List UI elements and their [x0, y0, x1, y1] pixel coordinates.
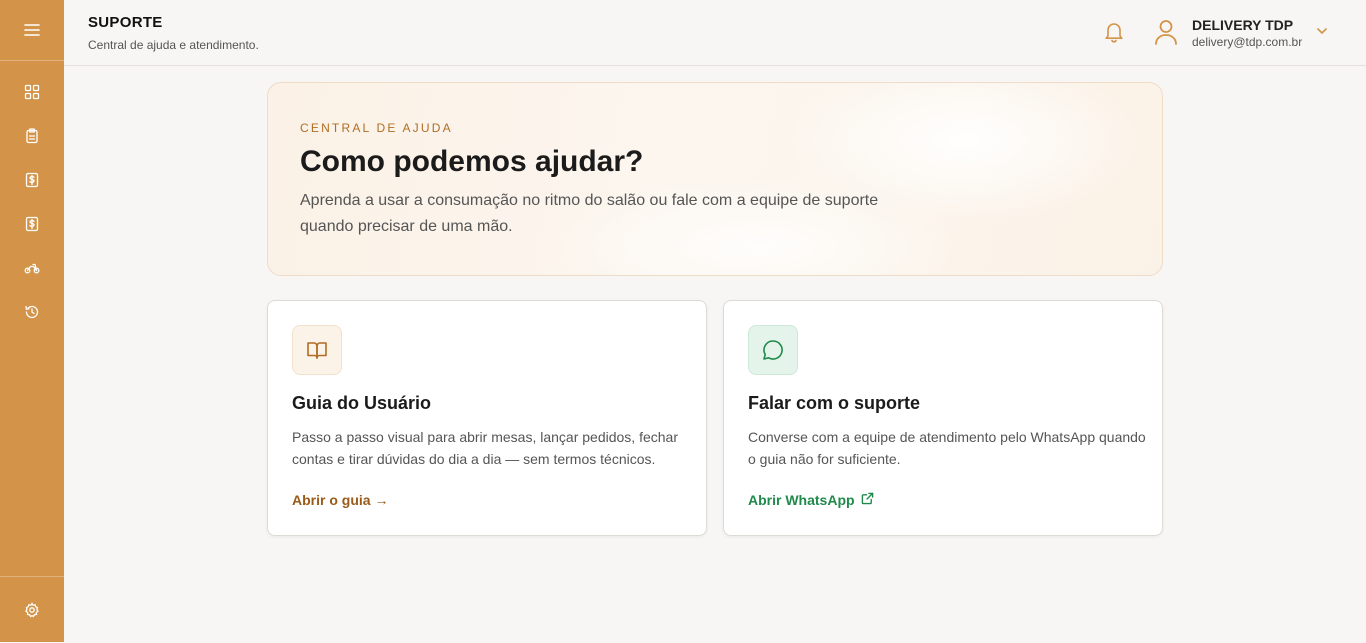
sidebar-item-dashboard[interactable]: [0, 70, 64, 114]
card-title: Falar com o suporte: [748, 393, 921, 413]
notifications-bell-icon[interactable]: [1101, 19, 1127, 45]
user-avatar-icon[interactable]: [1153, 18, 1179, 46]
gear-icon: [24, 601, 40, 618]
help-hero-banner: CENTRAL DE AJUDA Como podemos ajudar? Ap…: [267, 82, 1163, 276]
hamburger-menu-icon[interactable]: [23, 22, 41, 38]
user-email: delivery@tdp.com.br: [1192, 35, 1303, 49]
history-icon: [24, 304, 40, 320]
chevron-down-icon[interactable]: [1314, 23, 1330, 39]
sidebar-item-cashier[interactable]: [0, 158, 64, 202]
top-header: SUPORTE Central de ajuda e atendimento. …: [64, 0, 1366, 66]
dashboard-grid-icon: [24, 84, 40, 100]
hero-description: Aprenda a usar a consumação no ritmo do …: [300, 192, 879, 235]
chat-bubble-icon: [748, 325, 798, 375]
sidebar-item-settings[interactable]: [0, 577, 64, 643]
motorcycle-icon: [24, 260, 40, 276]
open-whatsapp-link[interactable]: Abrir WhatsApp: [748, 492, 874, 508]
card-description: Passo a passo visual para abrir mesas, l…: [292, 429, 678, 467]
page-title: SUPORTE: [88, 14, 163, 31]
sidebar-nav: [0, 61, 64, 334]
sidebar: [0, 0, 64, 642]
external-link-icon: [861, 492, 874, 508]
card-description: Converse com a equipe de atendimento pel…: [748, 429, 1146, 467]
sidebar-header: [0, 0, 64, 61]
sidebar-item-billing[interactable]: [0, 202, 64, 246]
sidebar-item-delivery[interactable]: [0, 246, 64, 290]
sidebar-item-orders[interactable]: [0, 114, 64, 158]
user-name[interactable]: DELIVERY TDP: [1192, 17, 1293, 33]
sidebar-footer: [0, 576, 64, 642]
card-title: Guia do Usuário: [292, 393, 432, 413]
open-guide-link[interactable]: Abrir o guia →: [292, 492, 388, 508]
dollar-receipt-icon: [24, 172, 40, 188]
page-subtitle: Central de ajuda e atendimento.: [88, 38, 259, 52]
user-guide-card[interactable]: Guia do Usuário Passo a passo visual par…: [267, 300, 707, 536]
hero-eyebrow: CENTRAL DE AJUDA: [300, 121, 453, 135]
open-whatsapp-label: Abrir WhatsApp: [748, 492, 855, 508]
open-guide-label: Abrir o guia →: [292, 492, 389, 508]
dollar-receipt-alt-icon: [24, 216, 40, 232]
clipboard-icon: [24, 128, 40, 144]
hero-title: Como podemos ajudar?: [300, 145, 644, 178]
sidebar-item-history[interactable]: [0, 290, 64, 334]
book-icon: [292, 325, 342, 375]
support-card[interactable]: Falar com o suporte Converse com a equip…: [723, 300, 1163, 536]
